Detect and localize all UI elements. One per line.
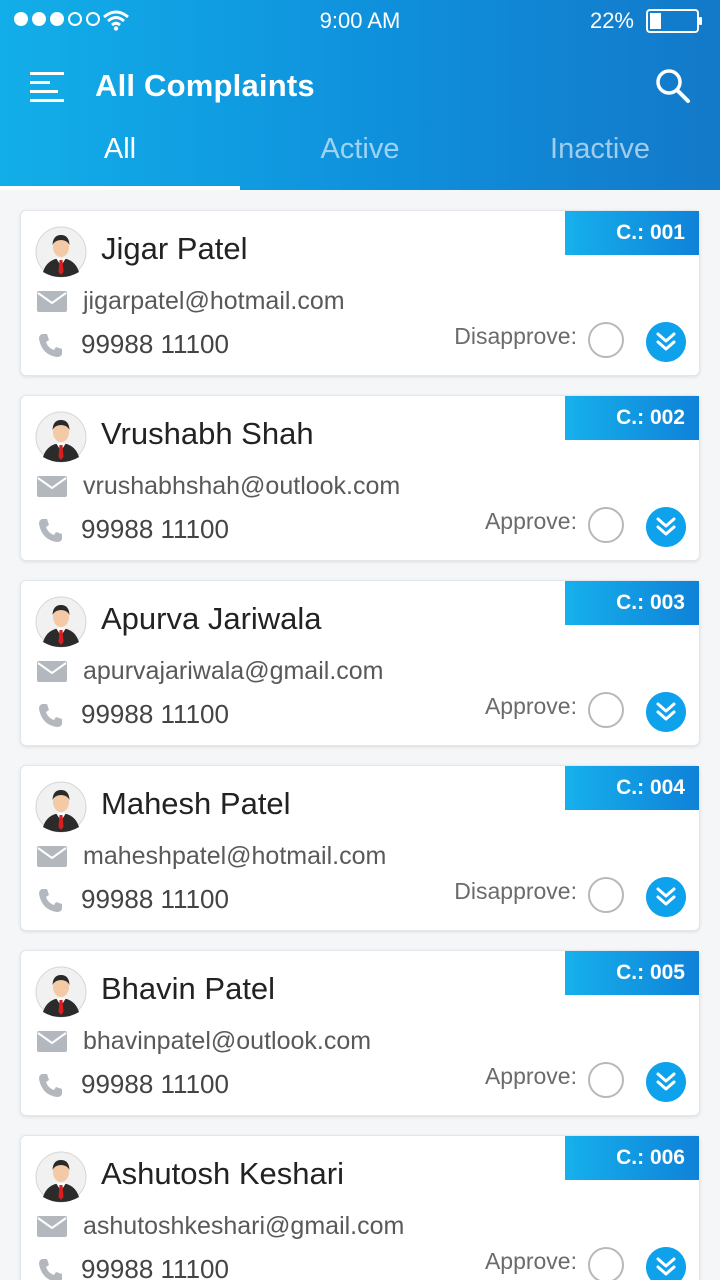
chevron-double-down-icon[interactable] (646, 1247, 686, 1280)
approval-label: Approve: (484, 1063, 577, 1089)
mail-icon (37, 661, 67, 682)
email-text[interactable]: bhavinpatel@outlook.com (83, 1027, 371, 1056)
mail-icon (37, 1216, 67, 1237)
app-header: 9:00 AM 22% All Complaints All Active In… (0, 0, 720, 190)
avatar-icon (35, 411, 87, 463)
approval-radio[interactable] (588, 1062, 624, 1098)
complaint-code-badge: C.: 006 (565, 1136, 699, 1180)
approval-label: Disapprove: (454, 323, 577, 349)
email-text[interactable]: ashutoshkeshari@gmail.com (83, 1212, 404, 1241)
complaint-code-badge: C.: 002 (565, 396, 699, 440)
phone-row: 99988 11100 (37, 699, 229, 730)
phone-text[interactable]: 99988 11100 (81, 1254, 229, 1280)
email-text[interactable]: jigarpatel@hotmail.com (83, 287, 345, 316)
complainant-name: Jigar Patel (101, 231, 248, 266)
mail-icon (37, 846, 67, 867)
phone-text[interactable]: 99988 11100 (81, 1069, 229, 1100)
complaint-code-badge: C.: 005 (565, 951, 699, 995)
approval-label: Approve: (484, 508, 577, 534)
complainant-name: Ashutosh Keshari (101, 1156, 344, 1191)
phone-row: 99988 11100 (37, 1254, 229, 1280)
complaint-card[interactable]: C.: 002 Vrushabh Shah vrushabhshah@outlo… (20, 395, 700, 561)
email-row: ashutoshkeshari@gmail.com (37, 1212, 404, 1241)
chevron-double-down-icon[interactable] (646, 877, 686, 917)
complainant-name: Apurva Jariwala (101, 601, 322, 636)
approval-label: Approve: (484, 693, 577, 719)
chevron-double-down-icon[interactable] (646, 692, 686, 732)
email-text[interactable]: apurvajariwala@gmail.com (83, 657, 384, 686)
complaint-code-badge: C.: 003 (565, 581, 699, 625)
phone-row: 99988 11100 (37, 329, 229, 360)
approval-label: Disapprove: (454, 878, 577, 904)
email-row: maheshpatel@hotmail.com (37, 842, 386, 871)
status-bar: 9:00 AM 22% (0, 0, 720, 40)
battery-percent: 22% (589, 8, 634, 33)
phone-icon (39, 1073, 62, 1097)
complaint-card[interactable]: C.: 003 Apurva Jariwala apurvajariwala@g… (20, 580, 700, 746)
complaint-code-badge: C.: 004 (565, 766, 699, 810)
email-row: vrushabhshah@outlook.com (37, 472, 400, 501)
approval-radio[interactable] (588, 877, 624, 913)
complaint-code-badge: C.: 001 (565, 211, 699, 255)
phone-text[interactable]: 99988 11100 (81, 884, 229, 915)
phone-text[interactable]: 99988 11100 (81, 514, 229, 545)
chevron-double-down-icon[interactable] (646, 507, 686, 547)
complainant-name: Mahesh Patel (101, 786, 291, 821)
battery-icon (646, 9, 702, 33)
complaint-card[interactable]: C.: 005 Bhavin Patel bhavinpatel@outlook… (20, 950, 700, 1116)
approval-radio[interactable] (588, 1247, 624, 1280)
top-bar: All Complaints (0, 40, 720, 130)
menu-icon[interactable] (30, 70, 66, 102)
phone-icon (39, 703, 62, 727)
phone-text[interactable]: 99988 11100 (81, 329, 229, 360)
phone-row: 99988 11100 (37, 1069, 229, 1100)
approval-radio[interactable] (588, 322, 624, 358)
tab-all[interactable]: All (0, 130, 240, 190)
phone-text[interactable]: 99988 11100 (81, 699, 229, 730)
email-row: bhavinpatel@outlook.com (37, 1027, 371, 1056)
email-row: apurvajariwala@gmail.com (37, 657, 384, 686)
complainant-name: Vrushabh Shah (101, 416, 314, 451)
phone-row: 99988 11100 (37, 884, 229, 915)
complaint-card[interactable]: C.: 006 Ashutosh Keshari ashutoshkeshari… (20, 1135, 700, 1280)
phone-icon (39, 1258, 62, 1280)
avatar-icon (35, 966, 87, 1018)
approval-radio[interactable] (588, 507, 624, 543)
tab-active[interactable]: Active (240, 130, 480, 190)
phone-row: 99988 11100 (37, 514, 229, 545)
email-row: jigarpatel@hotmail.com (37, 287, 345, 316)
phone-icon (39, 333, 62, 357)
complaint-card[interactable]: C.: 001 Jigar Patel jigarpatel@hotmail.c… (20, 210, 700, 376)
avatar-icon (35, 781, 87, 833)
complaint-card[interactable]: C.: 004 Mahesh Patel maheshpatel@hotmail… (20, 765, 700, 931)
complaints-list: C.: 001 Jigar Patel jigarpatel@hotmail.c… (0, 190, 720, 1280)
phone-icon (39, 888, 62, 912)
mail-icon (37, 1031, 67, 1052)
search-icon[interactable] (655, 68, 691, 104)
approval-label: Approve: (484, 1248, 577, 1274)
avatar-icon (35, 1151, 87, 1203)
mail-icon (37, 291, 67, 312)
chevron-double-down-icon[interactable] (646, 1062, 686, 1102)
email-text[interactable]: vrushabhshah@outlook.com (83, 472, 400, 501)
mail-icon (37, 476, 67, 497)
page-title: All Complaints (95, 68, 315, 103)
tab-inactive[interactable]: Inactive (480, 130, 720, 190)
avatar-icon (35, 226, 87, 278)
email-text[interactable]: maheshpatel@hotmail.com (83, 842, 386, 871)
chevron-double-down-icon[interactable] (646, 322, 686, 362)
complainant-name: Bhavin Patel (101, 971, 276, 1006)
avatar-icon (35, 596, 87, 648)
approval-radio[interactable] (588, 692, 624, 728)
tab-bar: All Active Inactive (0, 130, 720, 190)
phone-icon (39, 518, 62, 542)
